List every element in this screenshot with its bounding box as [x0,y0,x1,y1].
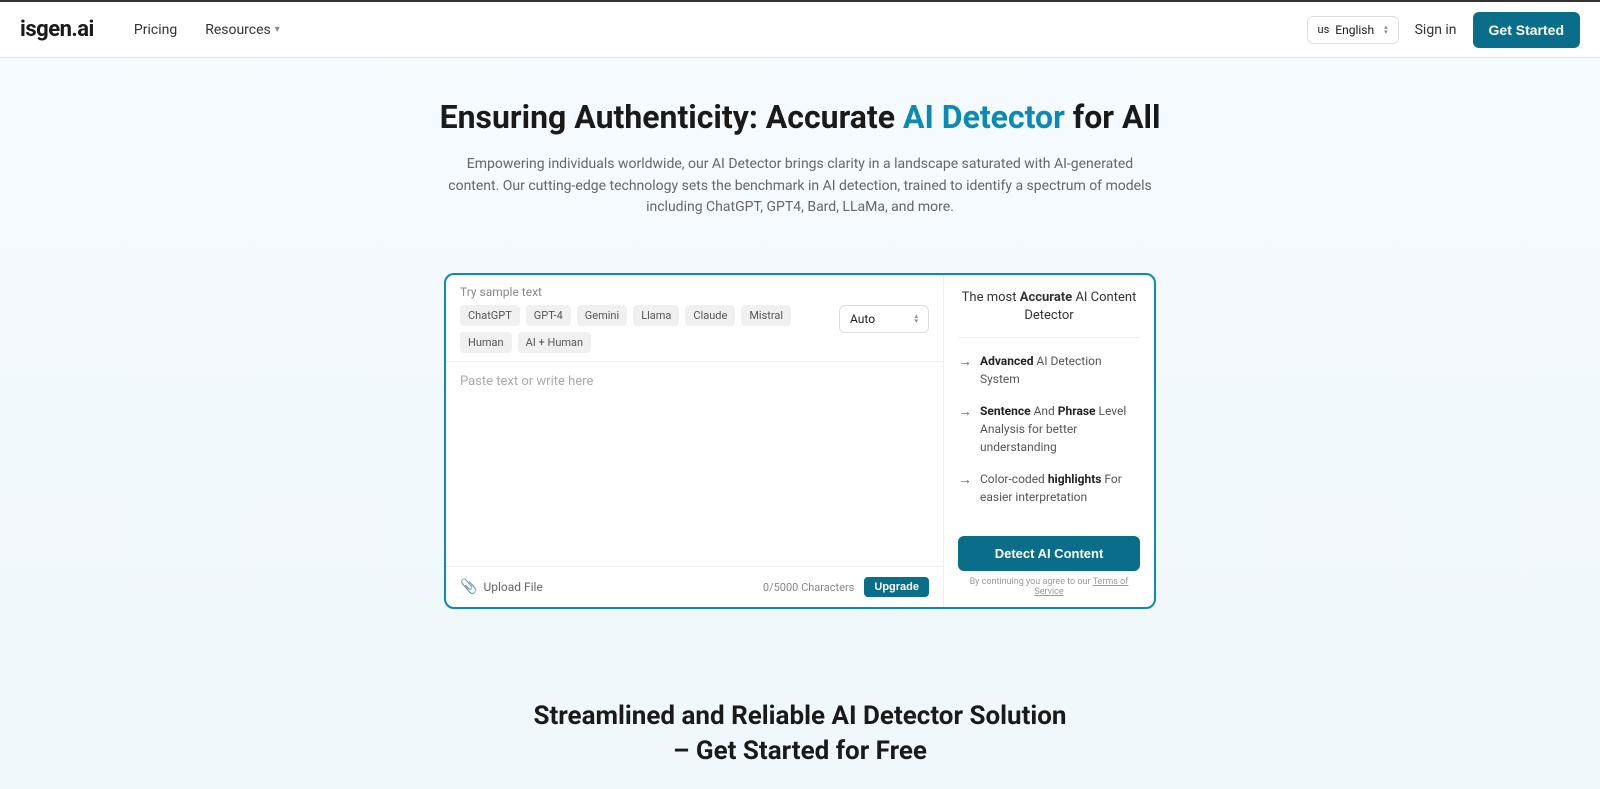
navbar: isgen.ai Pricing Resources ▾ us English … [0,2,1600,58]
chip-claude[interactable]: Claude [685,305,735,326]
detector-right: The most Accurate AI Content Detector → … [944,275,1154,607]
terms-note: By continuing you agree to our Terms of … [958,577,1140,597]
hero-title-pre: Ensuring Authenticity: Accurate [440,98,903,136]
brand-logo[interactable]: isgen.ai [20,17,94,42]
nav-resources[interactable]: Resources ▾ [205,22,280,38]
mode-label: Auto [850,312,875,326]
chevron-down-icon: ▾ [275,24,280,35]
feature-item: → Advanced AI Detection System [958,352,1140,388]
select-arrows-icon: ▴▾ [914,314,918,324]
feature-item: → Sentence And Phrase Level Analysis for… [958,402,1140,456]
section-2-line2: – Get Started for Free [673,736,927,766]
right-title-bold: Accurate [1020,290,1073,305]
upload-file[interactable]: 📎 Upload File [460,579,543,595]
chip-ai-human[interactable]: AI + Human [518,332,591,353]
nav-pricing[interactable]: Pricing [134,22,177,38]
section-2-line1: Streamlined and Reliable AI Detector Sol… [533,701,1066,731]
hero-title-post: for All [1065,98,1161,136]
nav-links: Pricing Resources ▾ [134,22,280,38]
counter-wrap: 0/5000 Characters Upgrade [763,577,929,597]
upgrade-button[interactable]: Upgrade [864,577,929,597]
arrow-right-icon: → [958,470,972,506]
chip-gemini[interactable]: Gemini [577,305,627,326]
terms-pre: By continuing you agree to our [970,577,1093,587]
get-started-button[interactable]: Get Started [1473,12,1580,48]
nav-resources-label: Resources [205,22,271,38]
hero-title-highlight: AI Detector [903,98,1065,136]
hero: Ensuring Authenticity: Accurate AI Detec… [0,58,1600,243]
feature-text: Advanced AI Detection System [980,352,1140,388]
features-list: → Advanced AI Detection System → Sentenc… [958,338,1140,536]
nav-right: us English ▴▾ Sign in Get Started [1307,12,1580,48]
right-title: The most Accurate AI Content Detector [958,289,1140,338]
section-2-title: Streamlined and Reliable AI Detector Sol… [20,699,1580,769]
chips-row: ChatGPT GPT-4 Gemini Llama Claude Mistra… [460,305,929,353]
feature-item: → Color-coded highlights For easier inte… [958,470,1140,506]
select-arrows-icon: ▴▾ [1384,25,1388,35]
text-input[interactable] [446,362,943,562]
arrow-right-icon: → [958,402,972,456]
detector-left: Try sample text ChatGPT GPT-4 Gemini Lla… [446,275,944,607]
textarea-wrap [446,361,943,566]
chip-llama[interactable]: Llama [633,305,679,326]
detect-button[interactable]: Detect AI Content [958,536,1140,571]
section-2: Streamlined and Reliable AI Detector Sol… [0,609,1600,789]
hero-title: Ensuring Authenticity: Accurate AI Detec… [20,98,1580,136]
feature-text: Sentence And Phrase Level Analysis for b… [980,402,1140,456]
signin-link[interactable]: Sign in [1415,22,1457,38]
right-title-pre: The most [962,290,1020,305]
feature-bold: Sentence [980,404,1031,418]
hero-subtitle: Empowering individuals worldwide, our AI… [440,154,1160,219]
feature-bold: Phrase [1058,404,1096,418]
flag-icon: us [1318,23,1330,36]
sample-chips: ChatGPT GPT-4 Gemini Llama Claude Mistra… [460,305,829,353]
arrow-right-icon: → [958,352,972,388]
feature-pre: Color-coded [980,472,1048,486]
detector-card: Try sample text ChatGPT GPT-4 Gemini Lla… [444,273,1156,609]
language-label: English [1335,23,1374,37]
language-select[interactable]: us English ▴▾ [1307,16,1399,44]
sample-label: Try sample text [460,285,929,299]
mode-select[interactable]: Auto ▴▾ [839,305,929,333]
feature-mid: And [1031,404,1058,418]
char-counter: 0/5000 Characters [763,581,854,594]
chip-gpt4[interactable]: GPT-4 [526,305,571,326]
chip-chatgpt[interactable]: ChatGPT [460,305,520,326]
bottom-bar: 📎 Upload File 0/5000 Characters Upgrade [446,566,943,607]
feature-bold: Advanced [980,354,1033,368]
sample-row: Try sample text ChatGPT GPT-4 Gemini Lla… [446,275,943,361]
chip-mistral[interactable]: Mistral [741,305,791,326]
nav-left: isgen.ai Pricing Resources ▾ [20,17,280,42]
upload-label: Upload File [483,580,542,594]
paperclip-icon: 📎 [460,579,477,595]
feature-text: Color-coded highlights For easier interp… [980,470,1140,506]
chip-human[interactable]: Human [460,332,512,353]
feature-bold: highlights [1048,472,1102,486]
